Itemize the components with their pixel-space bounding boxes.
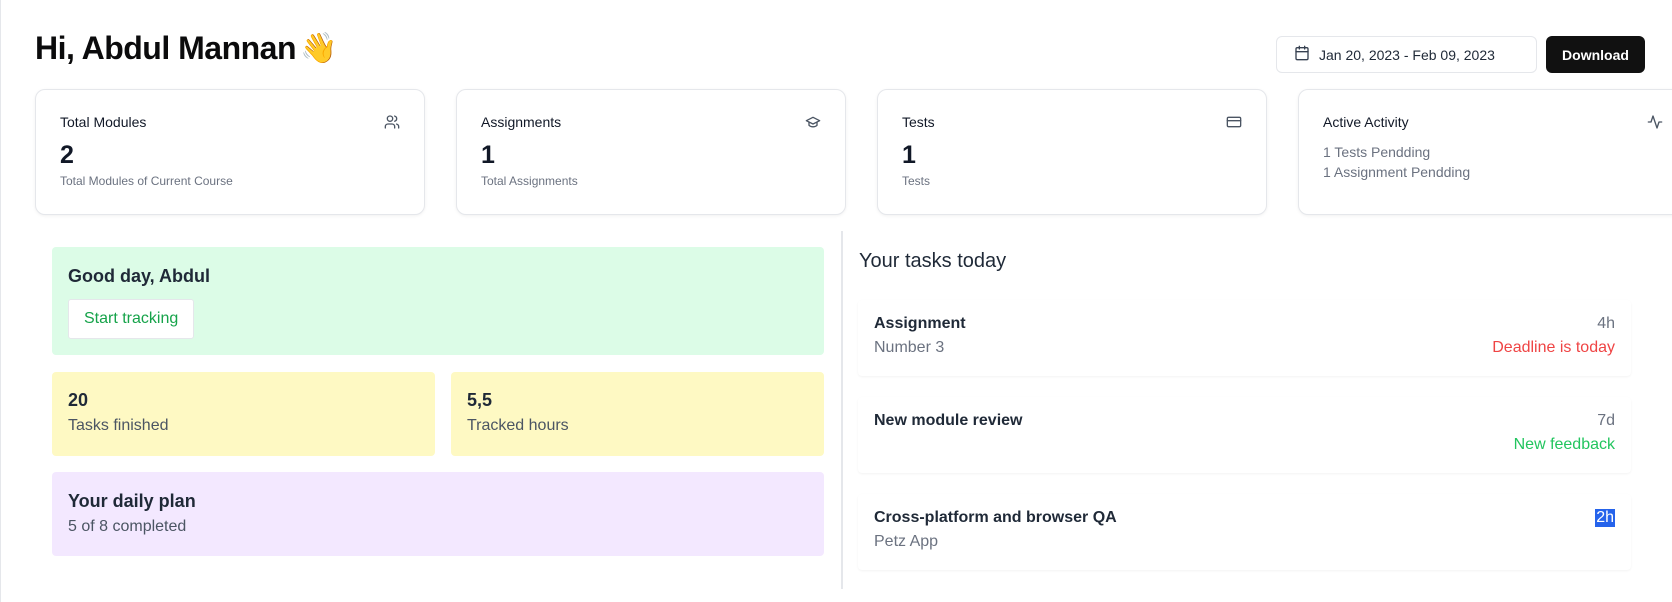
task-title: New module review (874, 412, 1023, 429)
stat-card-assignments: Assignments 1 Total Assignments (456, 89, 846, 215)
tasks-finished-value: 20 (68, 390, 89, 410)
stat-title: Tests (902, 114, 935, 130)
users-icon (384, 114, 400, 130)
activity-list: 1 Tests Pendding 1 Assignment Pendding (1323, 142, 1663, 182)
stat-card-total-modules: Total Modules 2 Total Modules of Current… (35, 89, 425, 215)
graduation-cap-icon (805, 114, 821, 130)
stat-value: 1 (481, 141, 495, 169)
good-day-card: Good day, Abdul Start tracking (52, 247, 824, 355)
task-item-module-review[interactable]: New module review 7d New feedback (858, 397, 1631, 473)
good-day-heading: Good day, Abdul (68, 266, 210, 286)
stat-description: Total Assignments (481, 173, 578, 188)
task-duration: 2h (1595, 509, 1615, 527)
task-duration: 4h (1597, 315, 1615, 332)
stat-card-active-activity: Active Activity 1 Tests Pendding 1 Assig… (1298, 89, 1672, 215)
calendar-icon (1294, 45, 1310, 64)
task-title: Assignment (874, 315, 966, 332)
stat-title: Total Modules (60, 114, 147, 130)
activity-icon (1647, 114, 1663, 130)
task-duration: 7d (1597, 412, 1615, 429)
waving-hand-icon: 👋 (300, 32, 337, 65)
stat-title: Active Activity (1323, 114, 1409, 130)
greeting-text: Hi, Abdul Mannan (35, 30, 297, 66)
task-subtitle: Petz App (874, 533, 939, 550)
stat-card-tests: Tests 1 Tests (877, 89, 1267, 215)
tasks-today-title: Your tasks today (859, 250, 1007, 272)
task-status: Deadline is today (1492, 339, 1615, 356)
stat-title: Assignments (481, 114, 562, 130)
stat-value: 1 (902, 141, 916, 169)
tracked-hours-card: 5,5 Tracked hours (451, 372, 824, 456)
activity-item: 1 Assignment Pendding (1323, 164, 1471, 180)
task-item-assignment[interactable]: Assignment Number 3 4h Deadline is today (858, 300, 1631, 376)
tracked-hours-label: Tracked hours (467, 417, 569, 434)
stat-description: Tests (902, 173, 931, 188)
dashboard-page: Hi, Abdul Mannan 👋 Jan 20, 2023 - Feb 09… (0, 0, 1672, 602)
column-divider (841, 231, 843, 589)
daily-plan-title: Your daily plan (68, 491, 196, 511)
activity-item: 1 Tests Pendding (1323, 144, 1431, 160)
credit-card-icon (1226, 114, 1242, 130)
task-item-cross-platform-qa[interactable]: Cross-platform and browser QA Petz App 2… (858, 494, 1631, 570)
tracked-hours-value: 5,5 (467, 390, 493, 410)
stat-description: Total Modules of Current Course (60, 173, 233, 188)
date-range-text: Jan 20, 2023 - Feb 09, 2023 (1319, 46, 1495, 63)
download-button[interactable]: Download (1546, 36, 1645, 73)
daily-plan-progress: 5 of 8 completed (68, 518, 187, 535)
task-title: Cross-platform and browser QA (874, 509, 1117, 526)
tasks-finished-card: 20 Tasks finished (52, 372, 435, 456)
tasks-finished-label: Tasks finished (68, 417, 169, 434)
stat-value: 2 (60, 141, 74, 169)
start-tracking-button[interactable]: Start tracking (68, 299, 195, 339)
page-title: Hi, Abdul Mannan 👋 (35, 30, 337, 67)
task-status: New feedback (1513, 436, 1615, 453)
date-range-picker[interactable]: Jan 20, 2023 - Feb 09, 2023 (1276, 36, 1537, 73)
daily-plan-card[interactable]: Your daily plan 5 of 8 completed (52, 472, 824, 556)
